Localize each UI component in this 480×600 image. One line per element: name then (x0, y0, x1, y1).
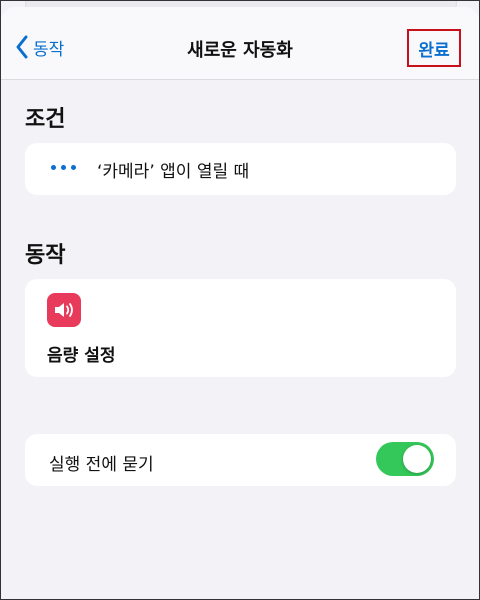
action-label: 음량 설정 (47, 346, 116, 366)
navigation-bar: 동작 새로운 자동화 완료 (1, 7, 479, 80)
speaker-volume-icon (47, 293, 81, 327)
ask-before-running-toggle[interactable] (376, 442, 434, 476)
condition-text: ‘카메라’ 앱이 열릴 때 (97, 162, 250, 182)
ask-before-running-label: 실행 전에 묻기 (49, 455, 154, 475)
done-button[interactable]: 완료 (407, 29, 461, 67)
condition-heading: 조건 (25, 107, 66, 132)
action-heading: 동작 (25, 243, 66, 268)
action-card[interactable]: 음량 설정 (25, 279, 456, 377)
screen: 동작 새로운 자동화 완료 조건 ‘카메라’ 앱이 열릴 때 동작 음량 설정 … (0, 0, 480, 600)
ask-before-running-row: 실행 전에 묻기 (25, 434, 456, 486)
toggle-knob (403, 445, 431, 473)
more-dots-icon (51, 165, 76, 170)
condition-card[interactable]: ‘카메라’ 앱이 열릴 때 (25, 143, 456, 195)
